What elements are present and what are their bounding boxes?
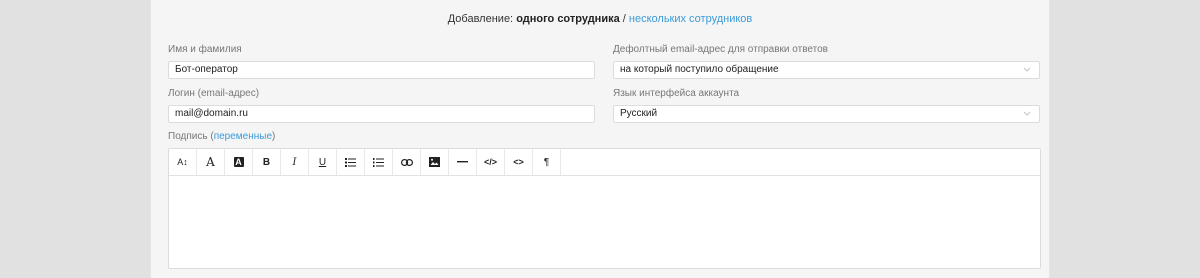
font-size-button[interactable]: A↕ [169,149,197,175]
login-label: Логин (email-адрес) [168,88,260,99]
signature-label-suffix: ) [272,131,276,142]
horizontal-rule-button[interactable] [449,149,477,175]
form-heading: Добавление: одного сотрудника / нескольк… [151,13,1049,25]
chevron-down-icon [1023,111,1031,116]
text-highlight-icon: A [233,157,244,167]
bulleted-list-button[interactable] [337,149,365,175]
numbered-list-button[interactable] [365,149,393,175]
image-button[interactable] [421,149,449,175]
language-select[interactable]: Русский [613,105,1040,123]
code-view-button[interactable]: </> [477,149,505,175]
signature-editor: A↕ A A B I U </> <> ¶ [168,148,1041,269]
italic-button[interactable]: I [281,149,309,175]
font-family-icon: A [206,155,215,169]
font-size-icon: A↕ [177,157,188,167]
login-input[interactable]: mail@domain.ru [168,105,595,123]
bold-icon: B [262,156,271,168]
employee-form-panel: Добавление: одного сотрудника / нескольк… [150,0,1050,278]
link-button[interactable] [393,149,421,175]
italic-icon: I [292,156,297,168]
horizontal-rule-icon [457,161,468,163]
code-inline-icon: <> [513,157,524,167]
name-label: Имя и фамилия [168,44,242,55]
signature-text-area[interactable] [169,176,1040,268]
default-email-value: на который поступило обращение [620,64,779,75]
multiple-employees-link[interactable]: нескольких сотрудников [629,13,752,25]
underline-icon: U [318,156,327,168]
signature-label-prefix: Подпись ( [168,131,214,142]
editor-toolbar: A↕ A A B I U </> <> ¶ [169,149,1040,176]
language-value: Русский [620,108,658,119]
heading-separator: / [622,13,626,25]
paragraph-button[interactable]: ¶ [533,149,561,175]
heading-current-mode: одного сотрудника [516,13,620,25]
link-icon [400,158,413,166]
image-icon [429,157,440,167]
heading-prefix: Добавление: [447,13,514,25]
signature-label: Подпись (переменные) [168,131,275,142]
default-email-select[interactable]: на который поступило обращение [613,61,1040,79]
bold-button[interactable]: B [253,149,281,175]
default-email-label: Дефолтный email-адрес для отправки ответ… [613,44,828,55]
bulleted-list-icon [345,157,356,167]
font-family-button[interactable]: A [197,149,225,175]
variables-link[interactable]: переменные [214,131,272,142]
name-input[interactable]: Бот-оператор [168,61,595,79]
code-view-icon: </> [483,157,497,167]
underline-button[interactable]: U [309,149,337,175]
chevron-down-icon [1023,67,1031,72]
numbered-list-icon [373,157,384,167]
code-inline-button[interactable]: <> [505,149,533,175]
paragraph-icon: ¶ [543,156,550,168]
text-highlight-button[interactable]: A [225,149,253,175]
language-label: Язык интерфейса аккаунта [613,88,740,99]
